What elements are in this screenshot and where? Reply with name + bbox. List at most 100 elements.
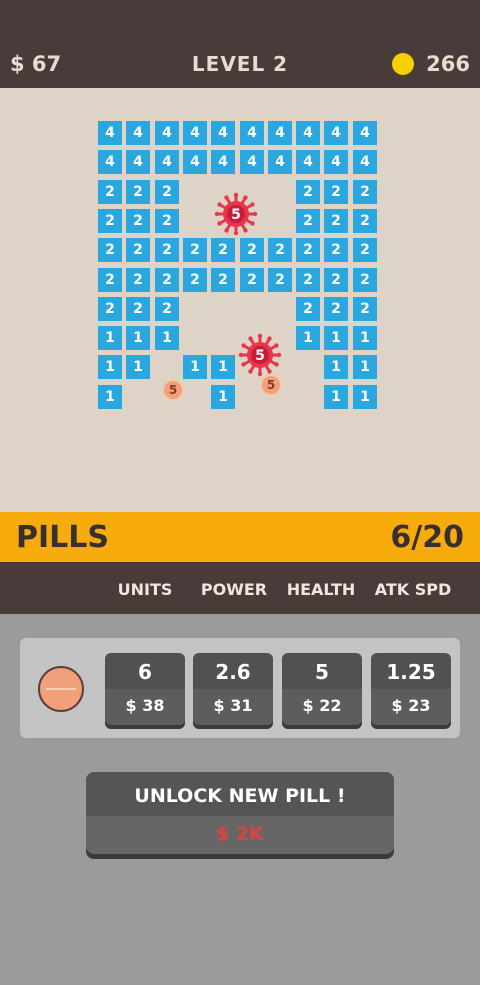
brick-block: 4 xyxy=(155,150,179,174)
pill-icon xyxy=(38,666,84,712)
brick-block: 2 xyxy=(296,268,320,292)
atk-spd-price: $ 23 xyxy=(371,689,451,725)
brick-block: 1 xyxy=(155,326,179,350)
unlock-new-pill-button[interactable]: UNLOCK NEW PILL ! $ 2K xyxy=(86,772,394,854)
brick-block: 2 xyxy=(126,297,150,321)
power-price: $ 31 xyxy=(193,689,273,725)
brick-block: 4 xyxy=(240,150,264,174)
brick-block: 2 xyxy=(126,238,150,262)
brick-block: 2 xyxy=(98,180,122,204)
brick-block: 1 xyxy=(126,326,150,350)
brick-block: 2 xyxy=(240,238,264,262)
units-value: 6 xyxy=(138,660,152,684)
brick-block: 4 xyxy=(324,150,348,174)
brick-block: 2 xyxy=(98,268,122,292)
atk-spd-upgrade-button[interactable]: 1.25 $ 23 xyxy=(371,653,451,725)
brick-block: 2 xyxy=(98,297,122,321)
health-value: 5 xyxy=(315,660,329,684)
coin-counter: 266 xyxy=(392,52,470,76)
brick-block: 2 xyxy=(296,297,320,321)
brick-block: 2 xyxy=(240,268,264,292)
brick-block: 1 xyxy=(324,385,348,409)
brick-block: 1 xyxy=(183,355,207,379)
column-power: POWER xyxy=(200,580,268,599)
game-board[interactable]: 4444444444444444444422222222222222222222… xyxy=(0,88,480,512)
brick-block: 2 xyxy=(98,238,122,262)
brick-block: 2 xyxy=(126,268,150,292)
brick-block: 1 xyxy=(353,385,377,409)
brick-block: 4 xyxy=(98,121,122,145)
brick-block: 4 xyxy=(240,121,264,145)
pills-title: PILLS xyxy=(16,520,109,555)
brick-block: 1 xyxy=(353,355,377,379)
brick-block: 2 xyxy=(155,180,179,204)
brick-block: 1 xyxy=(211,385,235,409)
brick-block: 4 xyxy=(211,150,235,174)
brick-block: 1 xyxy=(324,355,348,379)
brick-block: 2 xyxy=(126,180,150,204)
brick-block: 4 xyxy=(155,121,179,145)
brick-block: 1 xyxy=(211,355,235,379)
brick-block: 4 xyxy=(183,150,207,174)
column-units: UNITS xyxy=(117,580,173,599)
brick-block: 1 xyxy=(353,326,377,350)
brick-block: 2 xyxy=(268,238,292,262)
coin-icon xyxy=(392,53,415,75)
brick-block: 4 xyxy=(268,150,292,174)
brick-block: 2 xyxy=(353,180,377,204)
brick-block: 2 xyxy=(353,297,377,321)
brick-block: 2 xyxy=(353,238,377,262)
brick-block: 2 xyxy=(353,209,377,233)
column-atk-spd: ATK SPD xyxy=(374,580,452,599)
power-upgrade-button[interactable]: 2.6 $ 31 xyxy=(193,653,273,725)
brick-block: 4 xyxy=(296,121,320,145)
brick-block: 2 xyxy=(324,297,348,321)
brick-block: 4 xyxy=(98,150,122,174)
top-bar: $ 67 LEVEL 2 266 xyxy=(0,0,480,88)
brick-block: 4 xyxy=(211,121,235,145)
pill-projectile: 5 xyxy=(260,374,282,396)
brick-block: 2 xyxy=(155,268,179,292)
brick-block: 2 xyxy=(98,209,122,233)
unlock-label: UNLOCK NEW PILL ! xyxy=(134,785,346,807)
health-upgrade-button[interactable]: 5 $ 22 xyxy=(282,653,362,725)
brick-block: 1 xyxy=(98,385,122,409)
pills-count: 6/20 xyxy=(390,520,464,555)
brick-block: 2 xyxy=(211,268,235,292)
brick-block: 2 xyxy=(268,268,292,292)
units-price: $ 38 xyxy=(105,689,185,725)
brick-block: 2 xyxy=(155,297,179,321)
brick-block: 1 xyxy=(98,326,122,350)
brick-block: 2 xyxy=(324,180,348,204)
brick-block: 2 xyxy=(324,268,348,292)
brick-block: 4 xyxy=(268,121,292,145)
brick-block: 2 xyxy=(324,238,348,262)
brick-block: 4 xyxy=(353,150,377,174)
brick-block: 2 xyxy=(183,238,207,262)
virus-health-label: 5 xyxy=(231,207,241,223)
brick-block: 2 xyxy=(324,209,348,233)
unlock-price: $ 2K xyxy=(86,816,394,854)
pill-projectile: 5 xyxy=(162,379,184,401)
brick-block: 2 xyxy=(296,209,320,233)
brick-block: 4 xyxy=(126,121,150,145)
pill-upgrade-panel: 6 $ 38 2.6 $ 31 5 $ 22 1.25 $ 23 xyxy=(20,638,460,738)
virus-health-label: 5 xyxy=(255,348,265,364)
brick-block: 2 xyxy=(126,209,150,233)
brick-block: 4 xyxy=(324,121,348,145)
brick-block: 4 xyxy=(183,121,207,145)
brick-block: 2 xyxy=(353,268,377,292)
brick-block: 4 xyxy=(126,150,150,174)
column-health: HEALTH xyxy=(286,580,356,599)
brick-block: 2 xyxy=(155,209,179,233)
brick-block: 1 xyxy=(98,355,122,379)
brick-block: 1 xyxy=(324,326,348,350)
virus-enemy: 5 xyxy=(238,333,282,377)
upgrade-header: UNITS POWER HEALTH ATK SPD xyxy=(0,562,480,614)
brick-block: 4 xyxy=(353,121,377,145)
health-price: $ 22 xyxy=(282,689,362,725)
units-upgrade-button[interactable]: 6 $ 38 xyxy=(105,653,185,725)
pills-bar: PILLS 6/20 xyxy=(0,512,480,562)
brick-block: 1 xyxy=(296,326,320,350)
brick-block: 2 xyxy=(155,238,179,262)
